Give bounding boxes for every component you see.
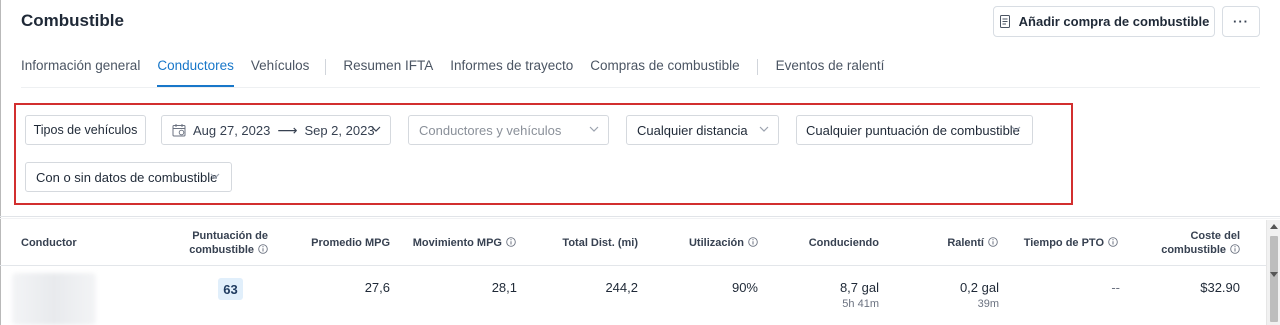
fuel-data-label: Con o sin datos de combustible bbox=[36, 169, 218, 185]
cell-idle-time: 39m bbox=[977, 298, 999, 310]
scroll-down-arrow-icon[interactable] bbox=[1270, 272, 1278, 277]
fuel-page: Combustible Añadir compra de combustible… bbox=[0, 0, 1280, 325]
tab-vehicles[interactable]: Vehículos bbox=[251, 52, 310, 88]
scroll-up-arrow-icon[interactable] bbox=[1270, 224, 1278, 229]
driver-name-redacted[interactable] bbox=[12, 273, 96, 325]
date-range-picker[interactable]: Aug 27, 2023 ⟶ Sep 2, 2023 bbox=[161, 115, 391, 145]
col-fuel-score-line1: Puntuación de bbox=[192, 230, 268, 242]
tab-general[interactable]: Información general bbox=[21, 52, 140, 88]
tab-divider bbox=[756, 59, 758, 75]
calendar-icon bbox=[172, 124, 186, 137]
tabs-underline bbox=[21, 87, 1260, 88]
drivers-vehicles-placeholder: Conductores y vehículos bbox=[419, 122, 562, 138]
tab-fuel-purchases[interactable]: Compras de combustible bbox=[590, 52, 739, 88]
col-utilization-label: Utilización bbox=[688, 237, 744, 249]
add-fuel-purchase-label: Añadir compra de combustible bbox=[1018, 14, 1210, 29]
distance-filter[interactable]: Cualquier distancia bbox=[626, 115, 779, 145]
drivers-vehicles-select[interactable]: Conductores y vehículos bbox=[408, 115, 609, 145]
cell-utilization: 90% bbox=[731, 280, 758, 295]
info-icon[interactable] bbox=[748, 237, 758, 247]
tab-divider bbox=[325, 59, 327, 75]
cell-driving-gal: 8,7 gal bbox=[839, 280, 879, 295]
chevron-down-icon bbox=[371, 126, 381, 132]
info-icon[interactable] bbox=[258, 244, 268, 254]
fuel-score-label: Cualquier puntuación de combustible bbox=[806, 122, 1020, 138]
col-idle-label: Ralentí bbox=[947, 237, 984, 249]
cell-fuel-cost: $32.90 bbox=[1200, 280, 1240, 295]
cell-moving-mpg: 28,1 bbox=[491, 280, 517, 295]
col-avg-mpg[interactable]: Promedio MPG bbox=[300, 236, 390, 250]
distance-label: Cualquier distancia bbox=[637, 122, 748, 138]
chevron-down-icon bbox=[1011, 126, 1021, 132]
col-fuel-cost-line1: Coste del bbox=[1190, 230, 1240, 242]
table-header: Conductor Puntuación de combustible Prom… bbox=[0, 220, 1266, 266]
tab-ifta-summary[interactable]: Resumen IFTA bbox=[343, 52, 433, 88]
arrow-right-icon: ⟶ bbox=[277, 121, 298, 138]
cell-driving-time: 5h 41m bbox=[842, 298, 879, 310]
col-driving[interactable]: Conduciendo bbox=[780, 236, 879, 250]
table-row[interactable]: 63 27,6 28,1 244,2 90% 8,7 gal 5h 41m 0,… bbox=[0, 267, 1266, 325]
col-moving-mpg-label: Movimiento MPG bbox=[412, 237, 502, 249]
chevron-down-icon bbox=[210, 173, 220, 179]
more-options-button[interactable]: ··· bbox=[1222, 6, 1260, 37]
info-icon[interactable] bbox=[988, 237, 998, 247]
add-fuel-purchase-button[interactable]: Añadir compra de combustible bbox=[993, 6, 1215, 37]
vertical-scrollbar[interactable] bbox=[1266, 220, 1280, 325]
col-pto-time-label: Tiempo de PTO bbox=[1023, 237, 1104, 249]
col-pto-time[interactable]: Tiempo de PTO bbox=[1010, 236, 1118, 250]
tab-trip-reports[interactable]: Informes de trayecto bbox=[450, 52, 573, 88]
date-end: Sep 2, 2023 bbox=[304, 122, 375, 138]
info-icon[interactable] bbox=[1230, 244, 1240, 254]
col-idle[interactable]: Ralentí bbox=[900, 236, 998, 250]
col-fuel-score[interactable]: Puntuación de combustible bbox=[180, 229, 268, 257]
col-moving-mpg[interactable]: Movimiento MPG bbox=[400, 236, 516, 250]
section-divider bbox=[0, 218, 1280, 219]
fuel-data-filter[interactable]: Con o sin datos de combustible bbox=[25, 162, 232, 192]
vehicle-types-filter[interactable]: Tipos de vehículos bbox=[25, 115, 146, 145]
chevron-down-icon bbox=[589, 126, 599, 132]
tab-idle-events[interactable]: Eventos de ralentí bbox=[776, 52, 885, 88]
col-driver[interactable]: Conductor bbox=[21, 236, 77, 250]
info-icon[interactable] bbox=[1108, 237, 1118, 247]
cell-pto-time: -- bbox=[1111, 280, 1120, 295]
col-fuel-cost-line2: combustible bbox=[1161, 244, 1226, 256]
col-fuel-score-line2: combustible bbox=[189, 244, 254, 256]
col-utilization[interactable]: Utilización bbox=[660, 236, 758, 250]
more-options-icon: ··· bbox=[1233, 14, 1249, 29]
tab-bar: Información general Conductores Vehículo… bbox=[21, 52, 884, 88]
col-total-dist[interactable]: Total Dist. (mi) bbox=[540, 236, 638, 250]
cell-idle-gal: 0,2 gal bbox=[959, 280, 999, 295]
info-icon[interactable] bbox=[506, 237, 516, 247]
cell-avg-mpg: 27,6 bbox=[364, 280, 390, 295]
vehicle-types-label: Tipos de vehículos bbox=[33, 123, 138, 137]
chevron-down-icon bbox=[759, 126, 769, 132]
fuel-score-filter[interactable]: Cualquier puntuación de combustible bbox=[796, 115, 1033, 145]
section-divider bbox=[0, 216, 1280, 217]
cell-total-dist: 244,2 bbox=[605, 280, 638, 295]
scroll-thumb[interactable] bbox=[1270, 236, 1278, 322]
col-fuel-cost[interactable]: Coste del combustible bbox=[1140, 229, 1240, 257]
receipt-icon bbox=[999, 15, 1010, 28]
fuel-score-badge: 63 bbox=[218, 278, 243, 300]
page-title: Combustible bbox=[21, 11, 124, 30]
tab-drivers[interactable]: Conductores bbox=[157, 52, 234, 88]
date-start: Aug 27, 2023 bbox=[193, 122, 271, 138]
